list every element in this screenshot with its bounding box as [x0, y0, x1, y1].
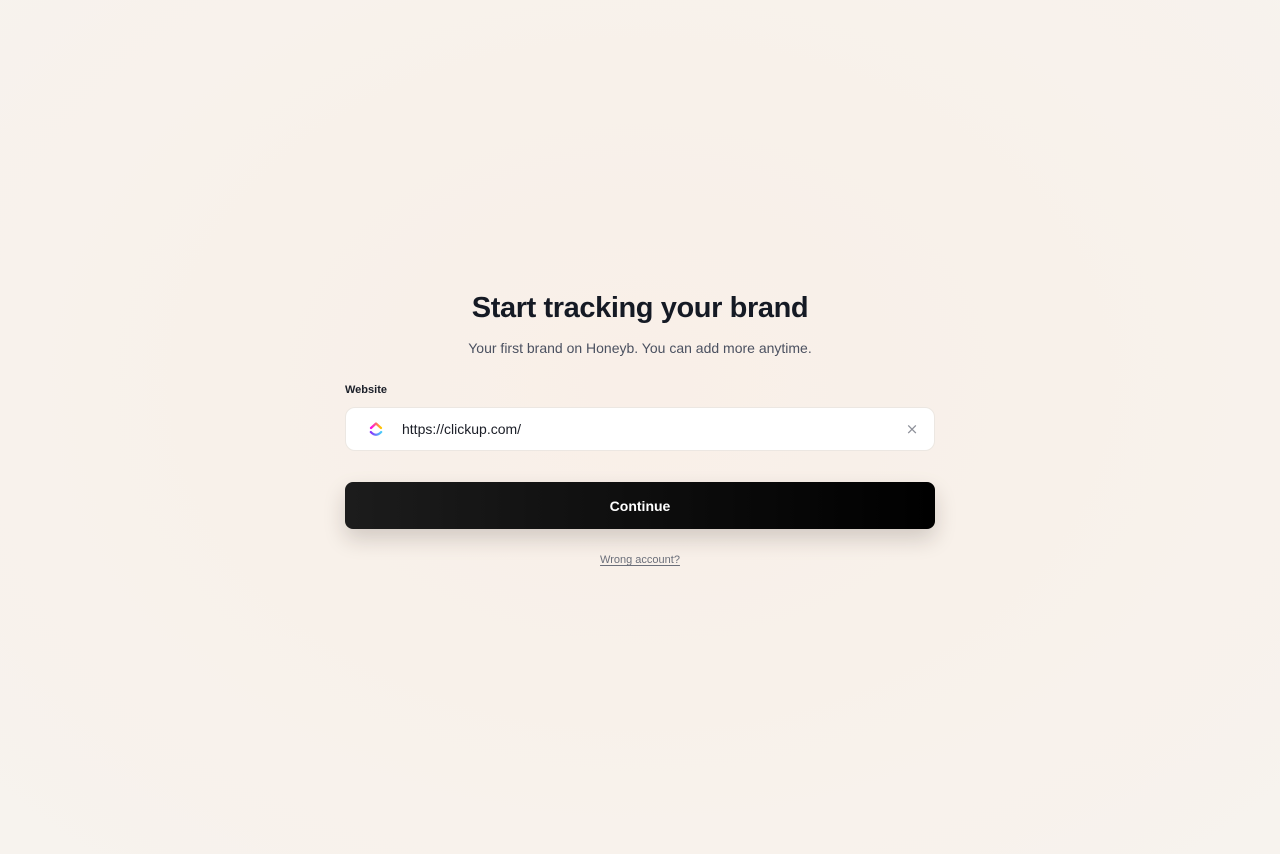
clickup-logo-icon [368, 420, 384, 438]
clear-input-button[interactable]: × [901, 418, 923, 440]
website-input[interactable] [402, 409, 901, 449]
wrong-account-link[interactable]: Wrong account? [600, 554, 680, 566]
continue-button[interactable]: Continue [345, 482, 935, 529]
page-title: Start tracking your brand [471, 292, 809, 324]
onboarding-card: Start tracking your brand Your first bra… [345, 288, 935, 568]
website-label: Website [345, 384, 387, 396]
website-field[interactable]: × [345, 407, 935, 451]
close-icon: × [905, 420, 919, 438]
page: Start tracking your brand Your first bra… [0, 0, 1280, 854]
wrong-account-row: Wrong account? [345, 550, 935, 568]
page-subtitle: Your first brand on Honeyb. You can add … [468, 340, 812, 356]
